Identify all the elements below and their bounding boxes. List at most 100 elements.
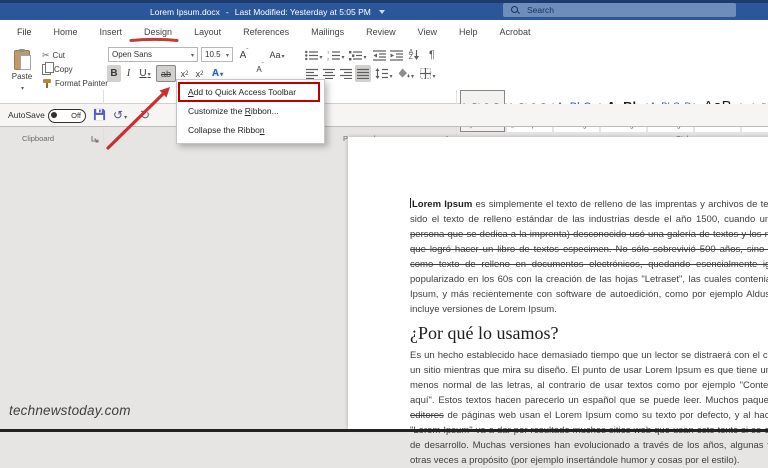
- paste-dropdown-icon[interactable]: [20, 83, 24, 92]
- undo-button[interactable]: ↺: [113, 108, 127, 122]
- tab-help[interactable]: Help: [448, 20, 489, 44]
- borders-dropdown-icon[interactable]: [431, 65, 435, 83]
- cut-button[interactable]: ✂ Cut: [42, 50, 65, 61]
- shading-bucket-icon: [398, 68, 410, 79]
- tab-design[interactable]: Design: [133, 20, 183, 44]
- save-button[interactable]: [93, 108, 106, 121]
- align-right-icon: [340, 68, 352, 79]
- text-effects-glyph: A: [212, 68, 219, 79]
- clipboard-dialog-launcher-icon[interactable]: [91, 135, 99, 143]
- font-size-dropdown-icon[interactable]: [225, 50, 229, 59]
- paragraph-2: Es un hecho establecido hace demasiado t…: [410, 348, 768, 468]
- grow-font-button[interactable]: Aˆ: [237, 48, 251, 62]
- borders-icon: [420, 68, 431, 79]
- autosave-toggle[interactable]: Off: [48, 109, 86, 123]
- bullets-dropdown-icon[interactable]: [318, 46, 322, 64]
- font-size-combo[interactable]: 10.5: [201, 47, 233, 62]
- document-text: Lorem Ipsum es simplemente el texto de r…: [348, 137, 768, 468]
- redo-button[interactable]: ↻: [140, 108, 150, 122]
- cut-label: Cut: [53, 51, 65, 60]
- line-spacing-button[interactable]: [374, 65, 394, 82]
- borders-button[interactable]: [418, 65, 438, 82]
- menu-item-text: Customize the: [188, 106, 245, 116]
- bullets-button[interactable]: [304, 47, 324, 63]
- last-modified-text: Last Modified: Yesterday at 5:05 PM: [235, 7, 371, 17]
- subscript-small-glyph: 2: [185, 71, 188, 77]
- superscript-small-glyph: 2: [200, 71, 203, 77]
- copy-label: Copy: [54, 65, 73, 74]
- numbering-button[interactable]: 12: [326, 47, 346, 63]
- justify-button[interactable]: [355, 65, 371, 82]
- italic-glyph: I: [127, 68, 130, 79]
- paste-label: Paste: [12, 72, 32, 81]
- menu-item-add-to-quick-access-toolbar[interactable]: Add to Quick Access Toolbar: [177, 83, 324, 102]
- title-dropdown-icon[interactable]: [379, 10, 385, 14]
- paste-icon: [14, 50, 30, 70]
- tab-review[interactable]: Review: [355, 20, 407, 44]
- paragraph-2-strikethrough-text: editores: [410, 410, 444, 421]
- format-painter-button[interactable]: Format Painter: [42, 78, 108, 88]
- italic-button[interactable]: I: [123, 65, 134, 82]
- title-bar: Lorem Ipsum.docx - Last Modified: Yester…: [0, 0, 768, 20]
- tab-view[interactable]: View: [407, 20, 448, 44]
- paragraph-1: Lorem Ipsum es simplemente el texto de r…: [410, 197, 768, 317]
- paragraph-2-text-b: de páginas web usan el Lorem Ipsum como …: [410, 410, 768, 466]
- shrink-font-button[interactable]: Aˇ: [253, 62, 267, 76]
- shading-dropdown-icon[interactable]: [410, 65, 414, 83]
- text-effects-dropdown-icon[interactable]: [219, 68, 223, 79]
- multilevel-list-button[interactable]: [348, 47, 368, 63]
- change-case-button[interactable]: Aa: [269, 48, 285, 62]
- bold-button[interactable]: B: [107, 65, 121, 82]
- shading-button[interactable]: [396, 65, 416, 82]
- strikethrough-button[interactable]: ab: [156, 65, 176, 82]
- document-heading: ¿Por qué lo usamos?: [410, 326, 768, 341]
- bullets-icon: [305, 50, 318, 61]
- align-right-button[interactable]: [338, 65, 354, 82]
- multilevel-dropdown-icon[interactable]: [362, 46, 366, 64]
- paragraph-1-lead: Lorem Ipsum: [412, 199, 472, 210]
- increase-indent-button[interactable]: [388, 47, 404, 63]
- menu-item-text: Collapse the Ribbo: [188, 125, 260, 135]
- font-name-combo[interactable]: Open Sans: [108, 47, 198, 62]
- show-paragraph-marks-button[interactable]: ¶: [425, 47, 439, 63]
- align-left-icon: [306, 68, 318, 79]
- format-painter-icon: [42, 78, 52, 88]
- autosave-state: Off: [71, 111, 81, 120]
- sort-button[interactable]: A Z: [405, 47, 423, 63]
- menu-item-collapse-the-ribbon[interactable]: Collapse the Ribbon: [177, 121, 324, 140]
- font-name-dropdown-icon[interactable]: [190, 50, 194, 59]
- watermark: technewstoday.com: [9, 403, 131, 418]
- search-box[interactable]: Search: [503, 3, 736, 17]
- underline-button[interactable]: U: [136, 65, 154, 82]
- line-spacing-dropdown-icon[interactable]: [388, 65, 392, 83]
- paragraph-2-text-a: Es un hecho establecido hace demasiado t…: [410, 350, 768, 406]
- tab-file[interactable]: File: [6, 20, 43, 44]
- cut-icon: ✂: [42, 50, 50, 61]
- underline-dropdown-icon[interactable]: [147, 68, 151, 79]
- ribbon: Paste ✂ Cut Copy Format Painter Clipboar…: [0, 44, 768, 104]
- document-title-text: Lorem Ipsum.docx: [150, 7, 220, 17]
- tab-home[interactable]: Home: [43, 20, 89, 44]
- tab-mailings[interactable]: Mailings: [300, 20, 355, 44]
- paste-button[interactable]: Paste: [5, 47, 39, 95]
- context-menu: Add to Quick Access Toolbar Customize th…: [176, 79, 325, 144]
- change-case-dropdown-icon[interactable]: [281, 50, 285, 60]
- redo-icon: ↻: [140, 108, 150, 122]
- document-page[interactable]: Lorem Ipsum es simplemente el texto de r…: [348, 137, 768, 429]
- tab-references[interactable]: References: [232, 20, 300, 44]
- menu-item-customize-the-ribbon[interactable]: Customize the Ribbon...: [177, 102, 324, 121]
- text-cursor: [410, 198, 411, 208]
- justify-icon: [357, 68, 369, 79]
- numbering-dropdown-icon[interactable]: [340, 46, 344, 64]
- underline-glyph: U: [139, 68, 146, 79]
- save-icon: [93, 108, 106, 121]
- tab-acrobat[interactable]: Acrobat: [489, 20, 542, 44]
- paragraph-1-text-b: popularizado en los 60s con la creación …: [410, 274, 768, 315]
- tab-layout[interactable]: Layout: [183, 20, 232, 44]
- copy-button[interactable]: Copy: [42, 64, 73, 75]
- undo-dropdown-icon[interactable]: [123, 108, 127, 122]
- copy-icon: [42, 64, 51, 75]
- decrease-indent-button[interactable]: [371, 47, 387, 63]
- menu-item-text: ibbon...: [251, 106, 279, 116]
- tab-insert[interactable]: Insert: [89, 20, 134, 44]
